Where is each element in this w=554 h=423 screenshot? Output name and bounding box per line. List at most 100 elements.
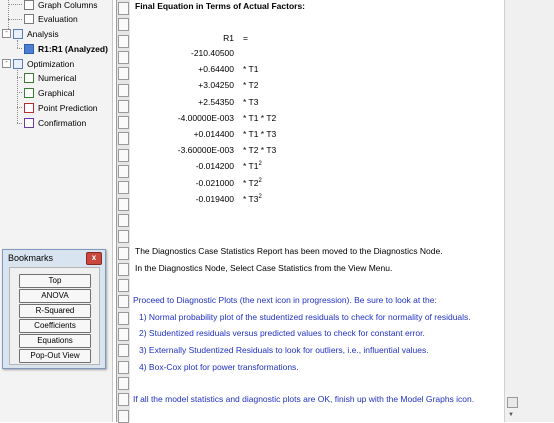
tree-item-label: R1:R1 (Analyzed) [38,43,108,54]
coefficient-value: -0.021000 [195,177,234,188]
response-name: R1 [223,33,234,43]
scrollbar-thumb[interactable] [507,397,518,408]
tree-connector [17,40,18,48]
bookmarks-panel: Top ANOVA R-Squared Coefficients Equatio… [9,267,100,365]
point-prediction-icon [24,102,34,113]
row-marker [118,263,129,276]
row-marker [118,51,129,64]
check-item: 3) Externally Studentized Residuals to l… [139,345,429,355]
coefficient-value: -0.019400 [195,193,234,204]
bookmarks-title: Bookmarks [8,253,54,263]
term-text: * T2 [243,177,259,188]
window-background [519,0,554,422]
bookmark-r-squared-button[interactable]: R-Squared [19,304,91,318]
confirmation-icon [24,117,34,128]
equation-heading: Final Equation in Terms of Actual Factor… [135,1,306,11]
tree-item-evaluation[interactable]: Evaluation [24,11,78,26]
term-text: * T1 [243,161,259,172]
row-marker [118,84,129,97]
tree-connector [17,48,22,49]
diagnostics-instruction: In the Diagnostics Node, Select Case Sta… [135,263,393,273]
check-item: 4) Box-Cox plot for power transformation… [139,362,299,372]
row-marker [118,181,129,194]
bookmark-anova-button[interactable]: ANOVA [19,289,91,303]
row-marker [118,361,129,374]
tree-item-point-prediction[interactable]: Point Prediction [24,100,98,115]
diagnostics-note: The Diagnostics Case Statistics Report h… [135,246,443,256]
tree-connector [17,92,22,93]
term-text: * T2 [243,80,259,91]
row-marker [118,67,129,80]
tree-item-label: Confirmation [38,117,87,128]
response-icon [24,43,34,54]
tree-item-confirmation[interactable]: Confirmation [24,115,86,130]
coefficient-value: -4.00000E-003 [177,112,234,123]
bookmarks-window[interactable]: Bookmarks x Top ANOVA R-Squared Coeffici… [2,249,106,369]
row-marker [118,116,129,129]
row-marker [118,165,129,178]
tree-item-graphical[interactable]: Graphical [24,85,74,100]
evaluation-icon [24,13,34,24]
equation-term: * T32 [243,194,262,204]
equation-term: * T2 * T3 [243,145,276,155]
row-marker-gutter [116,0,131,423]
equation-term: * T12 [243,161,262,171]
collapse-analysis-toggle[interactable]: - [2,29,11,38]
row-marker [118,149,129,162]
coefficient-value: +0.64400 [198,64,234,75]
graph-columns-icon [24,0,34,10]
equals-sign: = [243,33,248,43]
close-icon[interactable]: x [86,252,102,265]
tree-item-analysis[interactable]: Analysis [13,26,59,41]
row-marker [118,2,129,15]
tree-connector [17,77,22,78]
row-marker [118,18,129,31]
tree-connector [8,4,22,5]
coefficient-value: -3.60000E-003 [177,145,234,156]
check-item: 1) Normal probability plot of the studen… [139,312,471,322]
collapse-optimization-toggle[interactable]: - [2,59,11,68]
row-marker [118,393,129,406]
term-text: * T2 * T3 [243,145,277,156]
bookmark-top-button[interactable]: Top [19,274,91,288]
tree-connector [8,19,22,20]
term-text: * T1 * T3 [243,129,277,139]
equation-term: * T1 * T2 [243,113,276,123]
bookmark-coefficients-button[interactable]: Coefficients [19,319,91,333]
row-marker [118,344,129,357]
row-marker [118,312,129,325]
tree-connector [17,107,22,108]
row-marker [118,295,129,308]
vertical-scrollbar[interactable]: ▼ [504,0,519,422]
equation-term: * T2 [243,80,258,90]
row-marker [118,198,129,211]
coefficient-value: +2.54350 [198,96,234,107]
row-marker [118,328,129,341]
tree-item-label: Graph Columns [38,0,98,10]
bookmark-equations-button[interactable]: Equations [19,334,91,348]
row-marker [118,230,129,243]
term-text: * T1 [243,64,259,75]
coefficient-value: -0.014200 [195,161,234,172]
tree-item-optimization[interactable]: Optimization [13,56,74,71]
coefficient-value: +0.014400 [193,129,234,139]
term-text: * T3 [243,193,259,204]
scroll-down-arrow-icon[interactable]: ▼ [508,412,514,418]
analysis-icon [13,28,23,39]
bookmark-pop-out-view-button[interactable]: Pop-Out View [19,349,91,363]
equation-term: * T22 [243,178,262,188]
term-text: * T3 [243,96,259,107]
tree-item-label: Optimization [27,58,75,69]
graphical-icon [24,87,34,98]
tree-item-label: Point Prediction [38,102,98,113]
coefficient-value: -210.40500 [190,48,234,58]
tree-item-numerical[interactable]: Numerical [24,70,76,85]
row-marker [118,214,129,227]
row-marker [118,410,129,423]
equation-term: * T1 [243,64,258,74]
tree-item-r1-analyzed[interactable]: R1:R1 (Analyzed) [24,41,108,56]
coefficient-value: +3.04250 [198,80,234,91]
tree-item-label: Analysis [27,28,59,39]
equation-term: * T3 [243,97,258,107]
tree-item-label: Graphical [38,87,75,98]
